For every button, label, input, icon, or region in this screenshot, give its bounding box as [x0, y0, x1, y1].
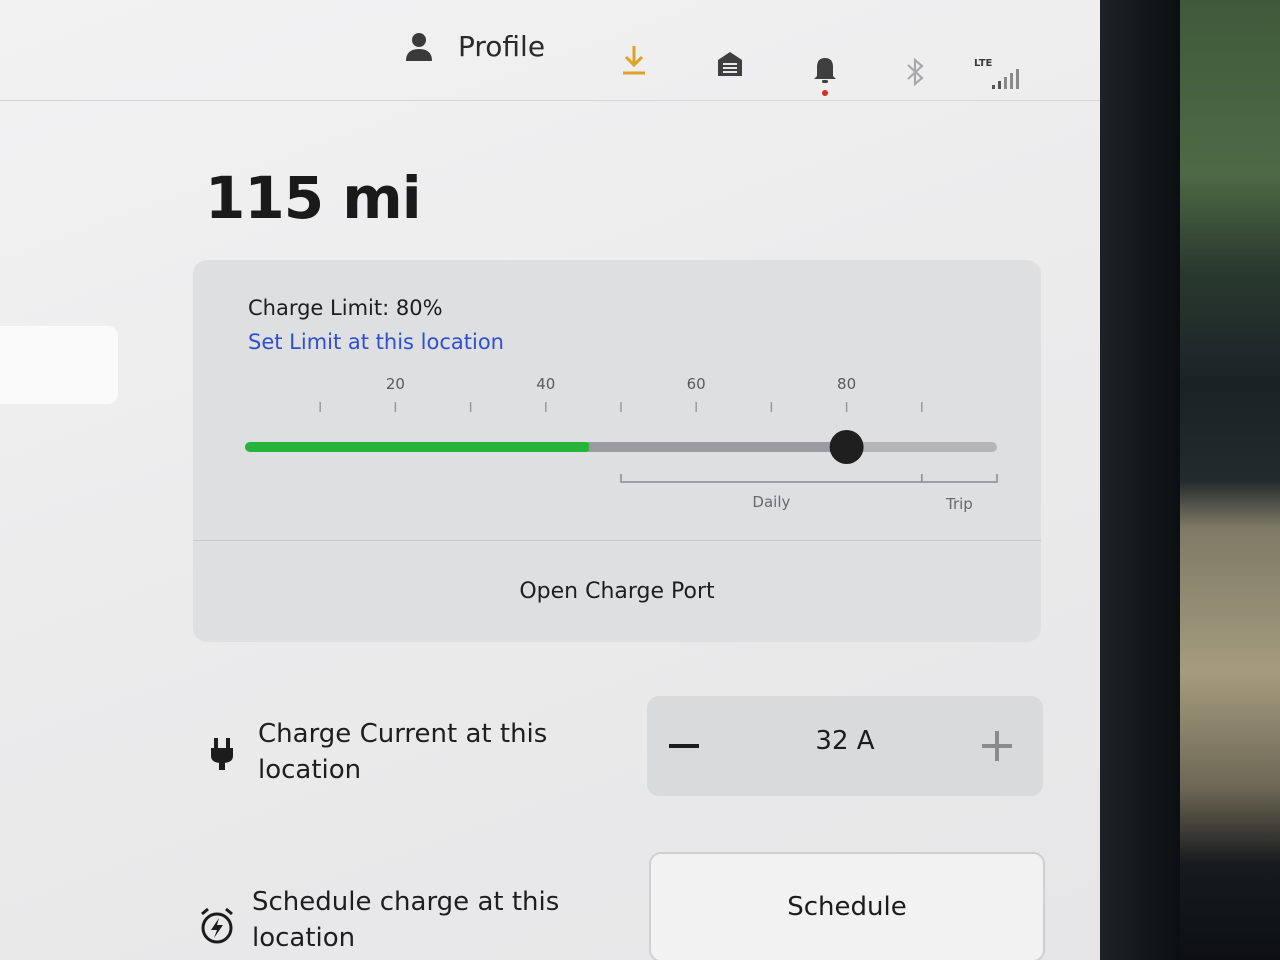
open-charge-port-button[interactable]: Open Charge Port — [193, 540, 1041, 642]
top-divider — [0, 100, 1100, 101]
top-status-bar: Profile LTE — [0, 0, 1100, 110]
slider-tick-label: 60 — [687, 375, 706, 393]
slider-to-limit — [588, 442, 847, 452]
slider-tick-labels: 20 40 60 80 — [386, 375, 856, 393]
slider-tick-label: 20 — [386, 375, 405, 393]
plug-icon — [211, 738, 233, 770]
charge-limit-slider[interactable]: 20 40 60 80 Daily Trip — [193, 260, 1041, 540]
slider-tick-label: 80 — [837, 375, 856, 393]
increase-current-button[interactable] — [969, 718, 1025, 774]
trip-label: Trip — [945, 495, 973, 513]
slider-ticks — [319, 402, 923, 412]
garage-icon[interactable] — [716, 50, 744, 78]
tesla-screen: Profile LTE 115 mi Charge Limit: 80% Set… — [0, 0, 1100, 960]
charge-limit-card: Charge Limit: 80% Set Limit at this loca… — [193, 260, 1041, 642]
daily-label: Daily — [752, 493, 790, 511]
bluetooth-icon[interactable] — [903, 56, 927, 88]
slider-knob[interactable] — [829, 430, 864, 464]
schedule-charge-label: Schedule charge at this location — [252, 887, 560, 953]
alarm-clock-icon — [201, 907, 233, 944]
charge-current-stepper: 32 A — [647, 696, 1043, 796]
slider-tick-label: 40 — [536, 375, 555, 393]
daily-range-bracket — [620, 474, 998, 483]
side-panel-tab[interactable] — [0, 326, 118, 404]
person-icon — [406, 32, 432, 61]
car-window-background — [1180, 0, 1280, 960]
download-icon[interactable] — [620, 44, 648, 76]
range-readout: 115 mi — [205, 164, 422, 232]
schedule-button[interactable]: Schedule — [649, 852, 1045, 960]
lte-signal-icon: LTE — [972, 58, 1022, 92]
bell-icon[interactable] — [811, 54, 839, 98]
profile-label: Profile — [458, 30, 546, 63]
screen-bezel — [1100, 0, 1180, 960]
profile-button[interactable]: Profile — [404, 30, 545, 63]
slider-fill — [245, 442, 591, 452]
charge-current-label: Charge Current at this location — [258, 719, 548, 785]
